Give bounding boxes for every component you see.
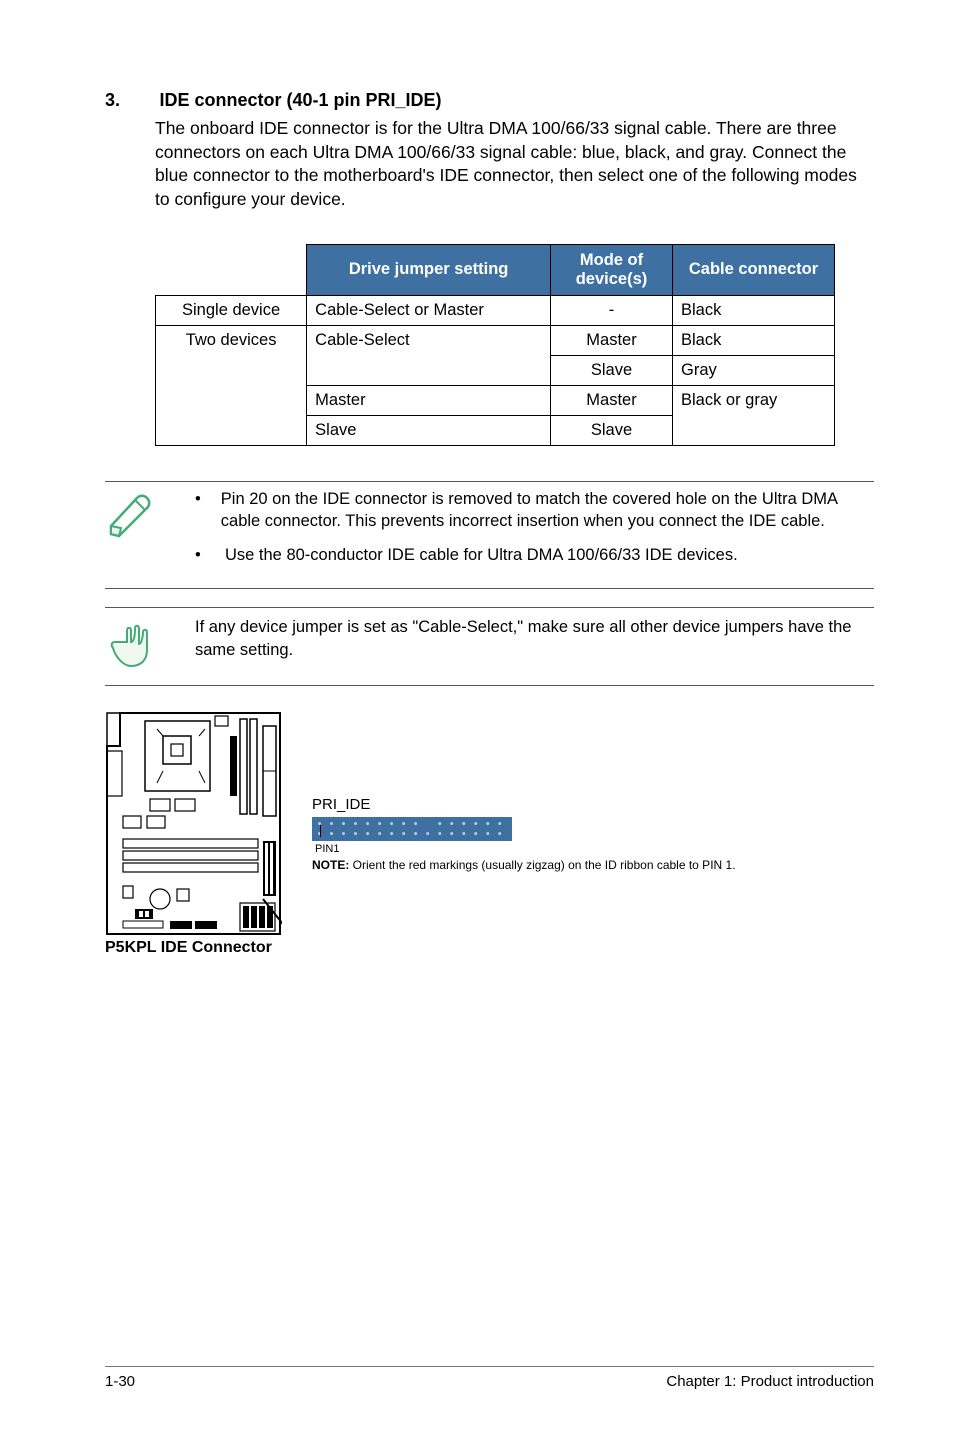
section-body: The onboard IDE connector is for the Ult… [155, 117, 874, 212]
table-header-jumper: Drive jumper setting [307, 244, 551, 295]
motherboard-diagram [105, 711, 282, 936]
table-header-cable: Cable connector [673, 244, 835, 295]
cell: Slave [307, 415, 551, 445]
motherboard-label: P5KPL IDE Connector [105, 939, 282, 957]
cell: Black [673, 325, 835, 355]
section-number: 3. [105, 90, 155, 111]
footer-right: Chapter 1: Product introduction [666, 1373, 874, 1390]
cell: Cable-Select [307, 325, 551, 385]
pin1-label: PIN1 [315, 843, 339, 855]
cell: - [551, 295, 673, 325]
cell: Black or gray [673, 385, 835, 445]
row-label-two: Two devices [156, 325, 307, 445]
cell: Master [307, 385, 551, 415]
ide-connector-graphic: ● ● ● ● ● ● ● ● ● ● ● ● ● ● ● ● ● ● ● ● … [312, 817, 512, 841]
ide-connector-label: PRI_IDE [312, 796, 736, 813]
cell: Cable-Select or Master [307, 295, 551, 325]
table-header-mode: Mode of device(s) [551, 244, 673, 295]
ide-note: NOTE: Orient the red markings (usually z… [312, 859, 736, 873]
diagram-area: P5KPL IDE Connector PRI_IDE ● ● ● ● ● ● … [105, 711, 874, 957]
cell: Master [551, 385, 673, 415]
cell: Master [551, 325, 673, 355]
cell: Black [673, 295, 835, 325]
pencil-icon [105, 488, 160, 547]
note1-item1: •Pin 20 on the IDE connector is removed … [195, 488, 874, 533]
section-heading: IDE connector (40-1 pin PRI_IDE) [159, 90, 441, 111]
hand-icon [105, 616, 160, 675]
note-box-1: •Pin 20 on the IDE connector is removed … [105, 481, 874, 590]
footer-left: 1-30 [105, 1373, 135, 1390]
row-label-single: Single device [156, 295, 307, 325]
config-table: Drive jumper setting Mode of device(s) C… [155, 244, 835, 446]
table-empty-header [156, 244, 307, 295]
cell: Slave [551, 415, 673, 445]
page-footer: 1-30 Chapter 1: Product introduction [105, 1366, 874, 1390]
cell: Slave [551, 355, 673, 385]
note1-item2: •Use the 80-conductor IDE cable for Ultr… [195, 544, 874, 566]
note2-text: If any device jumper is set as "Cable-Se… [195, 616, 874, 661]
note-box-2: If any device jumper is set as "Cable-Se… [105, 607, 874, 686]
cell: Gray [673, 355, 835, 385]
